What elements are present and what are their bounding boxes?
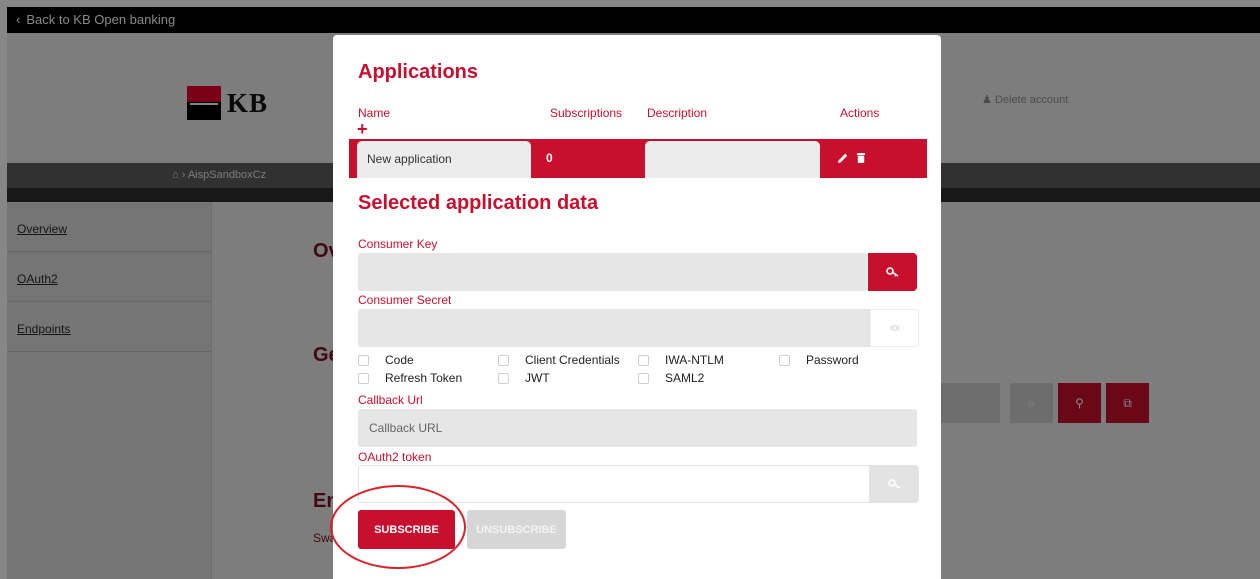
eye-icon [889,325,900,331]
checkbox[interactable] [779,354,790,366]
checkbox[interactable] [358,354,369,366]
oauth2-token-button[interactable] [870,465,919,503]
grant-code[interactable]: Code [358,353,414,367]
grant-refresh-token[interactable]: Refresh Token [358,371,462,385]
key-icon [887,479,900,489]
grant-password[interactable]: Password [779,353,859,367]
subscribe-button[interactable]: SUBSCRIBE [358,510,455,549]
show-secret-button[interactable] [870,309,919,347]
checkbox[interactable] [498,372,509,384]
column-description: Description [647,106,708,120]
application-description-field[interactable] [645,141,820,178]
consumer-key-field[interactable] [358,253,867,291]
key-icon [885,267,898,277]
application-subscriptions-count: 0 [546,151,553,165]
checkbox[interactable] [498,354,509,366]
edit-pencil-icon[interactable] [837,151,849,169]
column-name: Name [358,106,391,120]
column-actions: Actions [840,106,880,120]
delete-trash-icon[interactable] [855,151,867,169]
consumer-secret-field[interactable] [358,309,870,347]
callback-url-label: Callback Url [358,393,423,407]
grant-iwa-ntlm[interactable]: IWA-NTLM [638,353,724,367]
checkbox[interactable] [358,372,369,384]
grant-saml2[interactable]: SAML2 [638,371,704,385]
consumer-key-label: Consumer Key [358,237,438,251]
checkbox[interactable] [638,372,649,384]
consumer-secret-label: Consumer Secret [358,293,452,307]
checkbox[interactable] [638,354,649,366]
grant-client-credentials[interactable]: Client Credentials [498,353,620,367]
application-name-field[interactable]: New application [357,141,531,178]
applications-modal: Applications Name Subscriptions Descript… [333,35,941,579]
oauth2-token-label: OAuth2 token [358,450,432,464]
column-subscriptions: Subscriptions [550,106,623,120]
modal-title: Applications [358,61,479,83]
oauth2-token-field[interactable] [358,465,870,503]
callback-url-input[interactable] [358,409,917,447]
application-row[interactable]: New application 0 [349,139,927,178]
consumer-key-button[interactable] [868,253,917,291]
unsubscribe-button[interactable]: UNSUBSCRIBE [467,510,566,549]
selected-application-title: Selected application data [358,192,599,214]
grant-jwt[interactable]: JWT [498,371,550,385]
add-application-plus-icon[interactable]: + [357,120,368,138]
application-actions [837,151,867,169]
